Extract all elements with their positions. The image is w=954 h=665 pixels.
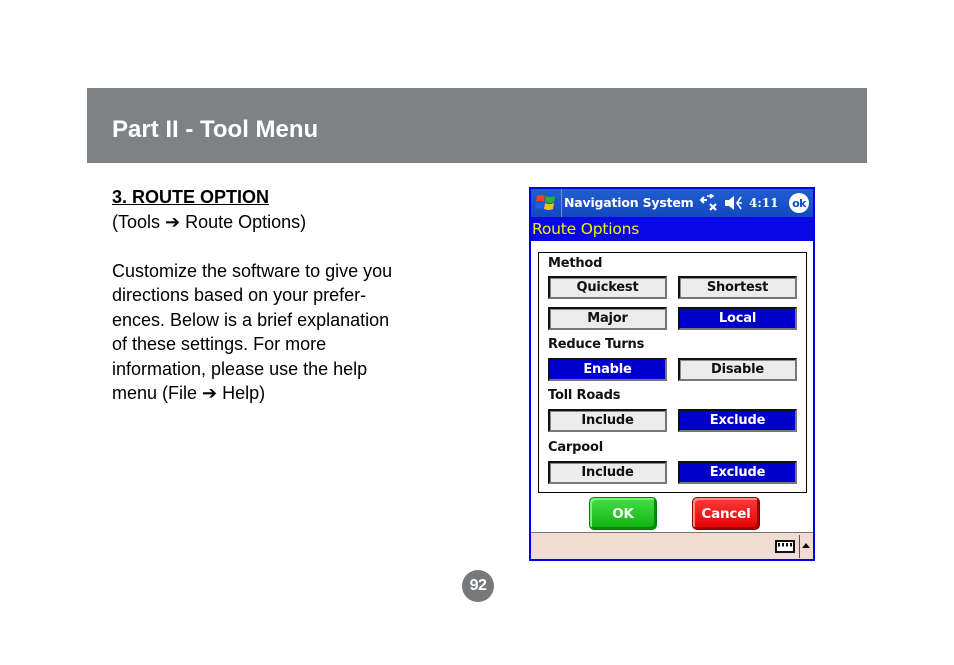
carpool-exclude-option[interactable]: Exclude bbox=[678, 461, 797, 484]
screen-caption: Route Options bbox=[531, 217, 813, 241]
status-area: 4:11 bbox=[699, 193, 778, 213]
keyboard-icon[interactable] bbox=[775, 540, 795, 553]
paragraph-line: menu (File ➔ Help) bbox=[112, 383, 266, 403]
cancel-button[interactable]: Cancel bbox=[692, 497, 760, 530]
input-menu-arrow-icon[interactable] bbox=[802, 543, 810, 548]
connectivity-icon[interactable] bbox=[699, 194, 719, 212]
toll-roads-exclude-option[interactable]: Exclude bbox=[678, 409, 797, 432]
reduce-turns-enable-option[interactable]: Enable bbox=[548, 358, 667, 381]
page-number: 92 bbox=[462, 570, 494, 602]
paragraph-line: ences. Below is a brief explanation bbox=[112, 309, 390, 330]
ok-close-button[interactable]: ok bbox=[789, 193, 809, 213]
ok-button[interactable]: OK bbox=[589, 497, 657, 530]
paragraph-line: information, please use the help bbox=[112, 358, 368, 379]
menu-path: (Tools ➔ Route Options) bbox=[112, 211, 307, 232]
method-label: Method bbox=[548, 256, 603, 271]
header-band: Part II - Tool Menu bbox=[87, 88, 867, 163]
method-quickest-option[interactable]: Quickest bbox=[548, 276, 667, 299]
method-major-option[interactable]: Major bbox=[548, 307, 667, 330]
carpool-include-option[interactable]: Include bbox=[548, 461, 667, 484]
section-text: 3. ROUTE OPTION (Tools ➔ Route Options) … bbox=[112, 185, 442, 406]
toll-roads-label: Toll Roads bbox=[548, 388, 621, 403]
route-options-group: Method Quickest Shortest Major Local Red… bbox=[538, 252, 807, 493]
method-local-option[interactable]: Local bbox=[678, 307, 797, 330]
start-button[interactable] bbox=[531, 189, 562, 217]
window-title: Navigation System bbox=[564, 195, 694, 210]
paragraph-line: of these settings. For more bbox=[112, 334, 327, 354]
volume-icon[interactable] bbox=[724, 194, 744, 212]
paragraph-line: Customize the software to give you bbox=[112, 260, 393, 281]
page-title: Part II - Tool Menu bbox=[112, 116, 319, 143]
device-screenshot: Navigation System 4:11 ok Route Options … bbox=[529, 187, 815, 561]
windows-logo-icon bbox=[535, 195, 555, 210]
input-panel-bar bbox=[531, 532, 813, 559]
title-bar: Navigation System 4:11 ok bbox=[531, 189, 813, 217]
divider bbox=[799, 535, 800, 558]
carpool-label: Carpool bbox=[548, 440, 603, 455]
toll-roads-include-option[interactable]: Include bbox=[548, 409, 667, 432]
clock[interactable]: 4:11 bbox=[749, 196, 778, 210]
reduce-turns-label: Reduce Turns bbox=[548, 337, 645, 352]
section-paragraph: Customize the software to give you direc… bbox=[112, 259, 442, 406]
section-title: 3. ROUTE OPTION bbox=[112, 187, 270, 207]
method-shortest-option[interactable]: Shortest bbox=[678, 276, 797, 299]
reduce-turns-disable-option[interactable]: Disable bbox=[678, 358, 797, 381]
paragraph-line: directions based on your prefer- bbox=[112, 285, 367, 305]
